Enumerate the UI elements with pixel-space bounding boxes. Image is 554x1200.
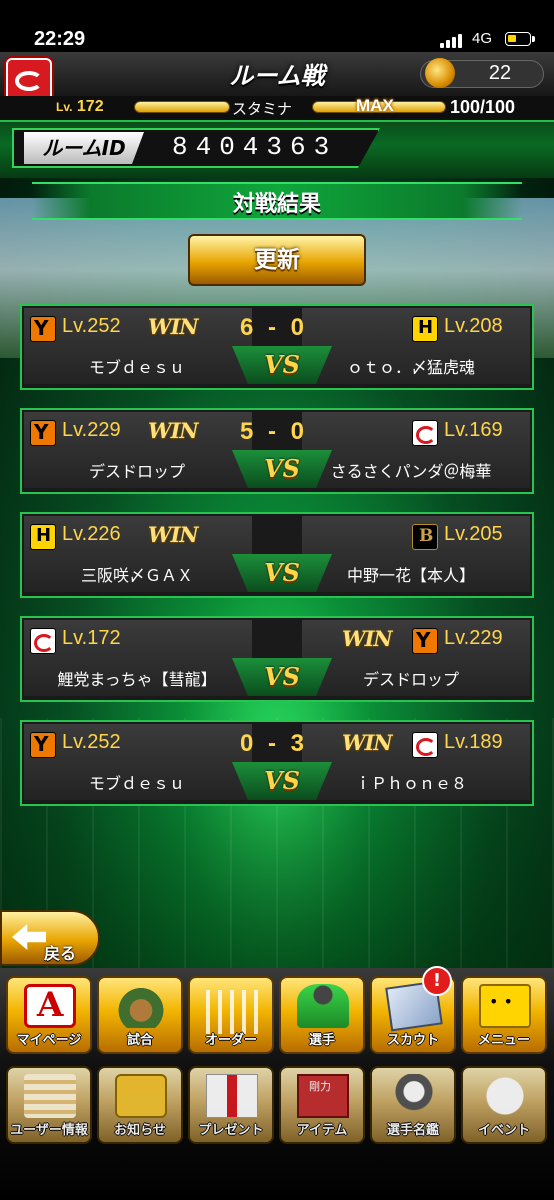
catalog-icon [388, 1074, 440, 1118]
left-player-level: Lv.252 [62, 731, 121, 753]
stamina-max-label: MAX [356, 96, 394, 115]
match-score: 6 - 0 [239, 314, 309, 341]
left-player-name: デスドロップ [88, 462, 185, 481]
right-player-name: さるさくパンダ＠梅華 [330, 462, 492, 481]
nav-button-item[interactable]: アイテム [279, 1066, 365, 1144]
order-icon [206, 990, 258, 1034]
left-player-level: Lv.226 [62, 523, 121, 545]
back-label: 戻る [44, 944, 77, 963]
coin-count: 22 [488, 62, 512, 84]
back-button[interactable]: 戻る [0, 910, 100, 966]
user-info-icon [24, 1074, 76, 1118]
win-label: WIN [342, 626, 393, 651]
nav-button-label: オーダー [204, 1033, 257, 1048]
nav-button-label: メニュー [477, 1033, 530, 1048]
win-label: WIN [342, 730, 393, 755]
nav-button-menu[interactable]: メニュー [461, 976, 547, 1054]
status-bar: 22:29 4G [0, 0, 554, 52]
player-icon [297, 984, 349, 1028]
win-label: WIN [148, 418, 199, 443]
match-result-card[interactable]: VS Lv.172 鯉党まっちゃ【彗龍】 Lv.229 デスドロップ WIN [20, 616, 534, 702]
right-team-logo-icon [412, 732, 438, 758]
match-result-card[interactable]: VS Lv.229 デスドロップ Lv.169 さるさくパンダ＠梅華 WIN 5… [20, 408, 534, 494]
refresh-button[interactable]: 更新 [188, 234, 366, 286]
room-id-value: 8404363 [172, 132, 338, 162]
nav-button-label: スカウト [386, 1033, 439, 1048]
left-team-logo-icon [30, 316, 56, 342]
nav-button-label: 選手 [308, 1033, 335, 1048]
stamina-label: スタミナ [232, 101, 293, 118]
right-player-name: デスドロップ [362, 670, 459, 689]
nav-button-event[interactable]: イベント [461, 1066, 547, 1144]
left-player-name: 三阪咲〆ＧＡＸ [80, 566, 193, 585]
right-player-name: 中野一花【本人】 [346, 566, 475, 585]
nav-button-order[interactable]: オーダー [188, 976, 274, 1054]
nav-button-user-info[interactable]: ユーザー情報 [6, 1066, 92, 1144]
right-team-logo-icon [412, 420, 438, 446]
match-result-card[interactable]: VS Lv.252 モブｄｅｓｕ Lv.208 ｏｔｏ．〆猛虎魂 WIN 6 -… [20, 304, 534, 390]
right-player-level: Lv.208 [444, 315, 503, 337]
right-player-level: Lv.189 [444, 731, 503, 753]
match-score: 0 - 3 [239, 730, 309, 757]
event-icon [479, 1074, 531, 1118]
right-player-name: ｉＰｈｏｎｅ８ [354, 774, 467, 793]
nav-button-label: 選手名鑑 [386, 1123, 439, 1138]
right-team-logo-icon [412, 628, 438, 654]
coin-icon [425, 58, 455, 88]
stadium-icon [115, 984, 167, 1028]
nav-button-catalog[interactable]: 選手名鑑 [370, 1066, 456, 1144]
signal-icon [440, 34, 464, 48]
right-player-name: ｏｔｏ．〆猛虎魂 [346, 358, 475, 377]
network-type: 4G [472, 30, 493, 47]
win-label: WIN [148, 314, 199, 339]
left-player-level: Lv.172 [62, 627, 121, 649]
nav-button-label: イベント [477, 1123, 530, 1138]
menu-icon [479, 984, 531, 1028]
nav-button-label: ユーザー情報 [10, 1123, 88, 1138]
right-team-logo-icon [412, 524, 438, 550]
results-title: 対戦結果 [232, 192, 321, 217]
left-team-logo-icon [30, 628, 56, 654]
item-icon [297, 1074, 349, 1118]
right-player-level: Lv.229 [444, 627, 503, 649]
notice-icon [115, 1074, 167, 1118]
mypage-icon [24, 984, 76, 1028]
back-arrow-icon [12, 924, 46, 950]
right-team-logo-icon [412, 316, 438, 342]
nav-button-player[interactable]: 選手 [279, 976, 365, 1054]
nav-button-notice[interactable]: お知らせ [97, 1066, 183, 1144]
match-result-card[interactable]: VS Lv.252 モブｄｅｓｕ Lv.189 ｉＰｈｏｎｅ８ WIN 0 - … [20, 720, 534, 806]
scout-notification-badge: ! [422, 966, 452, 996]
left-team-logo-icon [30, 524, 56, 550]
nav-button-stadium[interactable]: 試合 [97, 976, 183, 1054]
match-result-card[interactable]: VS Lv.226 三阪咲〆ＧＡＸ Lv.205 中野一花【本人】 WIN [20, 512, 534, 598]
nav-button-label: マイページ [16, 1033, 82, 1048]
clock: 22:29 [34, 28, 86, 50]
nav-button-label: 試合 [126, 1033, 153, 1048]
right-player-level: Lv.205 [444, 523, 503, 545]
player-level: Lv. 172 [56, 98, 104, 115]
room-id-label: ルームID [24, 132, 144, 164]
left-player-name: モブｄｅｓｕ [88, 358, 185, 377]
left-player-name: 鯉党まっちゃ【彗龍】 [57, 670, 217, 689]
nav-button-label: プレゼント [198, 1123, 264, 1138]
left-team-logo-icon [30, 732, 56, 758]
present-icon [206, 1074, 258, 1118]
nav-button-label: アイテム [296, 1123, 348, 1138]
win-label: WIN [148, 522, 199, 547]
right-player-level: Lv.169 [444, 419, 503, 441]
nav-button-present[interactable]: プレゼント [188, 1066, 274, 1144]
left-player-level: Lv.229 [62, 419, 121, 441]
experience-bar [134, 101, 230, 113]
left-team-logo-icon [30, 420, 56, 446]
nav-button-mypage[interactable]: マイページ [6, 976, 92, 1054]
stamina-value: 100/100 [450, 97, 516, 117]
match-score: 5 - 0 [239, 418, 309, 445]
battery-icon [505, 32, 535, 46]
nav-button-label: お知らせ [114, 1123, 166, 1138]
left-player-level: Lv.252 [62, 315, 121, 337]
left-player-name: モブｄｅｓｕ [88, 774, 185, 793]
